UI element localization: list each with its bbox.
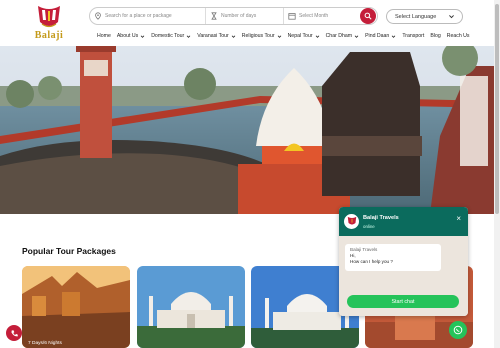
- close-icon[interactable]: ×: [456, 214, 461, 223]
- language-label: Select Language: [395, 13, 437, 20]
- message-line: How can I help you ?: [350, 259, 393, 265]
- days-field[interactable]: Number of days: [206, 8, 284, 24]
- nav-item-label: Pind Daan: [365, 33, 390, 39]
- nav-item-label: Transport: [402, 33, 425, 39]
- chevron-down-icon: [315, 34, 319, 38]
- nav-item-label: Home: [97, 33, 111, 39]
- section-title: Popular Tour Packages: [22, 246, 116, 256]
- tour-card[interactable]: 7 Days/6 Nights: [22, 266, 130, 348]
- page: Balaji Search for a place or package Num…: [0, 0, 500, 348]
- tour-card-image: [22, 266, 130, 348]
- days-placeholder: Number of days: [221, 13, 257, 19]
- nav-item-label: Char Dham: [325, 33, 353, 39]
- start-chat-button[interactable]: Start chat: [347, 295, 459, 308]
- nav-item-pind-daan[interactable]: Pind Daan: [365, 31, 396, 41]
- whatsapp-button[interactable]: [449, 321, 467, 339]
- nav-item-label: Nepal Tour: [287, 33, 313, 39]
- phone-icon: [10, 329, 18, 336]
- hourglass-icon: [211, 12, 217, 20]
- nav-item-label: Religious Tour: [241, 33, 275, 39]
- language-select[interactable]: Select Language: [386, 9, 463, 24]
- nav-item-label: Blog: [430, 33, 441, 39]
- nav-item-transport[interactable]: Transport: [402, 31, 424, 41]
- site-header: Balaji Search for a place or package Num…: [0, 0, 500, 46]
- whatsapp-icon: [453, 325, 463, 335]
- nav-item-reach-us[interactable]: Reach Us: [447, 31, 470, 41]
- logo-mark-icon: [38, 6, 60, 28]
- chat-header: Balaji Travels online ×: [339, 207, 468, 236]
- site-logo[interactable]: Balaji: [28, 4, 70, 44]
- chat-message: Balaji Travels Hi, How can I help you ?: [345, 244, 441, 271]
- nav-item-home[interactable]: Home: [97, 31, 111, 41]
- nav-item-religious-tour[interactable]: Religious Tour: [242, 31, 282, 41]
- nav-item-about-us[interactable]: About Us: [117, 31, 145, 41]
- nav-item-blog[interactable]: Blog: [430, 31, 440, 41]
- chevron-down-icon: [231, 34, 236, 38]
- card-caption: 7 Days/6 Nights: [28, 341, 62, 346]
- chevron-down-icon: [449, 15, 454, 19]
- chevron-down-icon: [186, 34, 191, 38]
- nav-item-char-dham[interactable]: Char Dham: [326, 31, 360, 41]
- nav-item-domestic-tour[interactable]: Domestic Tour: [151, 31, 191, 41]
- call-button[interactable]: [6, 325, 22, 341]
- place-placeholder: Search for a place or package: [105, 13, 172, 19]
- chevron-down-icon: [354, 34, 359, 38]
- place-field[interactable]: Search for a place or package: [90, 8, 206, 24]
- chat-title: Balaji Travels: [363, 215, 399, 221]
- search-bar: Search for a place or package Number of …: [89, 7, 378, 25]
- month-field[interactable]: Select Month: [284, 8, 356, 24]
- tour-card-image: [137, 266, 245, 348]
- nav-item-varanasi-tour[interactable]: Varanasi Tour: [197, 31, 236, 41]
- search-icon: [364, 12, 372, 20]
- nav-item-nepal-tour[interactable]: Nepal Tour: [288, 31, 320, 41]
- hero-image: [0, 46, 500, 214]
- chevron-down-icon: [277, 34, 281, 38]
- chevron-down-icon: [140, 34, 145, 38]
- location-pin-icon: [95, 12, 101, 20]
- chat-body: Balaji Travels Hi, How can I help you ? …: [339, 236, 468, 316]
- month-placeholder: Select Month: [299, 13, 329, 19]
- chat-avatar: [344, 214, 359, 229]
- main-nav: Home About Us Domestic Tour Varanasi Tour Re…: [97, 31, 476, 41]
- nav-item-label: Reach Us: [446, 33, 470, 39]
- scrollbar-thumb[interactable]: [495, 4, 499, 214]
- nav-item-label: Domestic Tour: [151, 33, 185, 39]
- logo-text: Balaji: [34, 30, 64, 41]
- logo-mark-icon: [347, 216, 356, 225]
- tour-card[interactable]: [137, 266, 245, 348]
- chat-widget: Balaji Travels online × Balaji Travels H…: [339, 207, 468, 316]
- nav-item-label: Varanasi Tour: [197, 33, 229, 39]
- search-button[interactable]: [360, 8, 376, 24]
- chat-status: online: [363, 224, 375, 229]
- chevron-down-icon: [392, 34, 396, 38]
- calendar-icon: [288, 13, 296, 20]
- hero-banner: [0, 46, 500, 214]
- nav-item-label: About Us: [116, 33, 139, 39]
